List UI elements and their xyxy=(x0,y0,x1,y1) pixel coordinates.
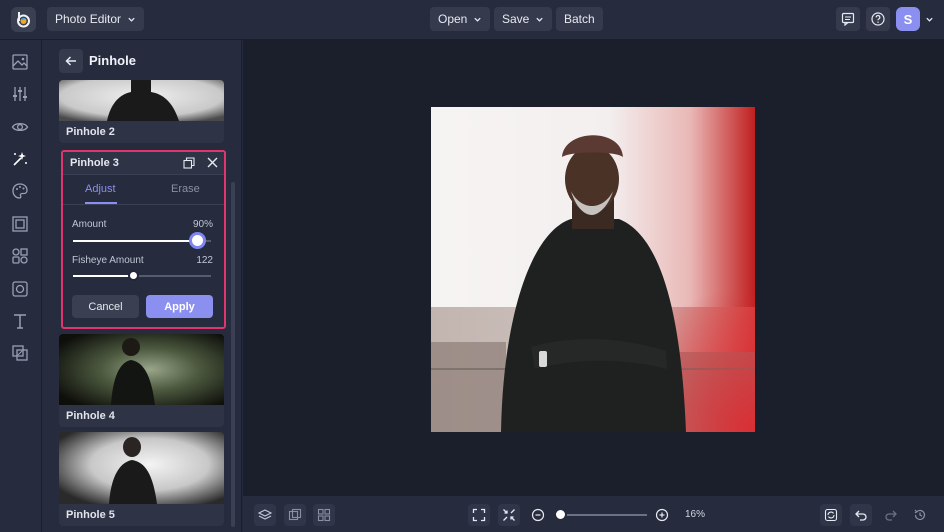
redo-icon xyxy=(885,510,897,521)
open-button[interactable]: Open xyxy=(430,7,491,31)
effect-thumbnail xyxy=(59,334,224,405)
edited-photo[interactable] xyxy=(431,107,755,432)
effects-icon[interactable] xyxy=(11,150,29,168)
bottom-toolbar: 16% xyxy=(243,495,944,532)
zoom-slider-handle[interactable] xyxy=(554,508,567,521)
texture-icon[interactable] xyxy=(11,280,29,298)
grid-button[interactable] xyxy=(313,504,335,526)
chat-icon xyxy=(841,12,855,26)
amount-slider-fill xyxy=(73,240,198,242)
eye-icon[interactable] xyxy=(11,118,29,136)
effect-settings-title: Pinhole 3 xyxy=(70,157,119,169)
history-icon xyxy=(914,509,926,521)
fisheye-slider-handle[interactable] xyxy=(128,270,140,281)
befunky-logo-icon xyxy=(17,12,30,28)
panel-scrollbar[interactable] xyxy=(231,182,235,527)
duplicate-icon[interactable] xyxy=(183,157,195,169)
close-icon[interactable] xyxy=(207,157,218,168)
batch-label: Batch xyxy=(564,12,595,26)
fisheye-amount-label: Fisheye Amount xyxy=(72,255,144,266)
frame-icon[interactable] xyxy=(11,215,29,233)
user-avatar[interactable]: S xyxy=(896,7,920,31)
tab-adjust[interactable]: Adjust xyxy=(85,183,116,195)
batch-button[interactable]: Batch xyxy=(556,7,603,31)
chevron-down-icon xyxy=(536,17,544,22)
zoom-in-icon xyxy=(655,508,669,522)
zoom-out-button[interactable] xyxy=(527,504,549,526)
effect-thumbnail xyxy=(59,80,224,121)
image-icon[interactable] xyxy=(11,53,29,71)
redo-button[interactable] xyxy=(880,504,902,526)
cancel-button[interactable]: Cancel xyxy=(72,295,139,318)
fisheye-amount-slider[interactable] xyxy=(73,275,211,277)
undo-icon xyxy=(855,510,867,521)
undo-button[interactable] xyxy=(850,504,872,526)
refresh-button[interactable] xyxy=(820,504,842,526)
effect-card-pinhole-2[interactable]: Pinhole 2 xyxy=(59,80,224,143)
zoom-slider[interactable] xyxy=(560,514,647,516)
tab-erase[interactable]: Erase xyxy=(171,183,200,195)
panel-title: Pinhole xyxy=(89,53,136,68)
effect-card-pinhole-5[interactable]: Pinhole 5 xyxy=(59,432,224,526)
effect-card-label: Pinhole 4 xyxy=(66,410,115,422)
effect-thumbnail xyxy=(59,432,224,504)
tool-rail xyxy=(0,40,42,532)
layers-icon xyxy=(258,509,272,520)
amount-slider-handle[interactable] xyxy=(188,232,206,249)
effect-settings-pinhole-3: Pinhole 3 Adjust Erase Amount 90% Fishey… xyxy=(61,150,226,329)
help-button[interactable] xyxy=(866,7,890,31)
fisheye-amount-value: 122 xyxy=(196,255,213,266)
app-logo[interactable] xyxy=(11,7,36,32)
apply-button[interactable]: Apply xyxy=(146,295,213,318)
open-label: Open xyxy=(438,12,468,26)
grid-icon xyxy=(317,508,331,522)
shrink-icon xyxy=(503,509,515,521)
refresh-icon xyxy=(824,508,838,522)
app-menu-button[interactable]: Photo Editor xyxy=(47,7,145,31)
save-button[interactable]: Save xyxy=(494,7,553,31)
chevron-down-icon xyxy=(128,17,135,22)
actual-size-button[interactable] xyxy=(498,504,520,526)
layers-button[interactable] xyxy=(254,504,276,526)
overlay-icon[interactable] xyxy=(11,344,29,362)
chevron-down-icon xyxy=(474,17,482,22)
help-icon xyxy=(871,12,885,26)
app-menu-label: Photo Editor xyxy=(55,12,122,26)
shapes-icon[interactable] xyxy=(11,247,29,265)
fullscreen-icon xyxy=(472,508,486,522)
save-label: Save xyxy=(502,12,530,26)
fisheye-slider-fill xyxy=(73,275,134,277)
back-button[interactable] xyxy=(59,49,83,73)
effect-settings-header: Pinhole 3 xyxy=(63,152,224,175)
zoom-level: 16% xyxy=(685,509,706,520)
chevron-down-icon[interactable] xyxy=(925,15,934,24)
amount-value: 90% xyxy=(192,219,213,230)
arrow-left-icon xyxy=(65,56,76,66)
amount-label: Amount xyxy=(72,219,107,230)
paint-palette-icon[interactable] xyxy=(11,182,29,200)
tab-divider xyxy=(63,204,224,205)
effects-panel: Pinhole Pinhole 2 Pinhole 3 Adjust Erase… xyxy=(42,40,242,532)
fit-to-screen-button[interactable] xyxy=(468,504,490,526)
effect-card-pinhole-4[interactable]: Pinhole 4 xyxy=(59,334,224,427)
compare-icon xyxy=(288,508,302,521)
zoom-out-icon xyxy=(531,508,545,522)
comments-button[interactable] xyxy=(836,7,860,31)
zoom-in-button[interactable] xyxy=(651,504,673,526)
sliders-icon[interactable] xyxy=(11,85,29,103)
compare-button[interactable] xyxy=(284,504,306,526)
top-bar: Photo Editor Open Save Batch S xyxy=(0,0,944,40)
text-icon[interactable] xyxy=(11,312,29,330)
history-button[interactable] xyxy=(909,504,931,526)
effect-card-label: Pinhole 5 xyxy=(66,509,115,521)
effect-card-label: Pinhole 2 xyxy=(66,126,115,138)
